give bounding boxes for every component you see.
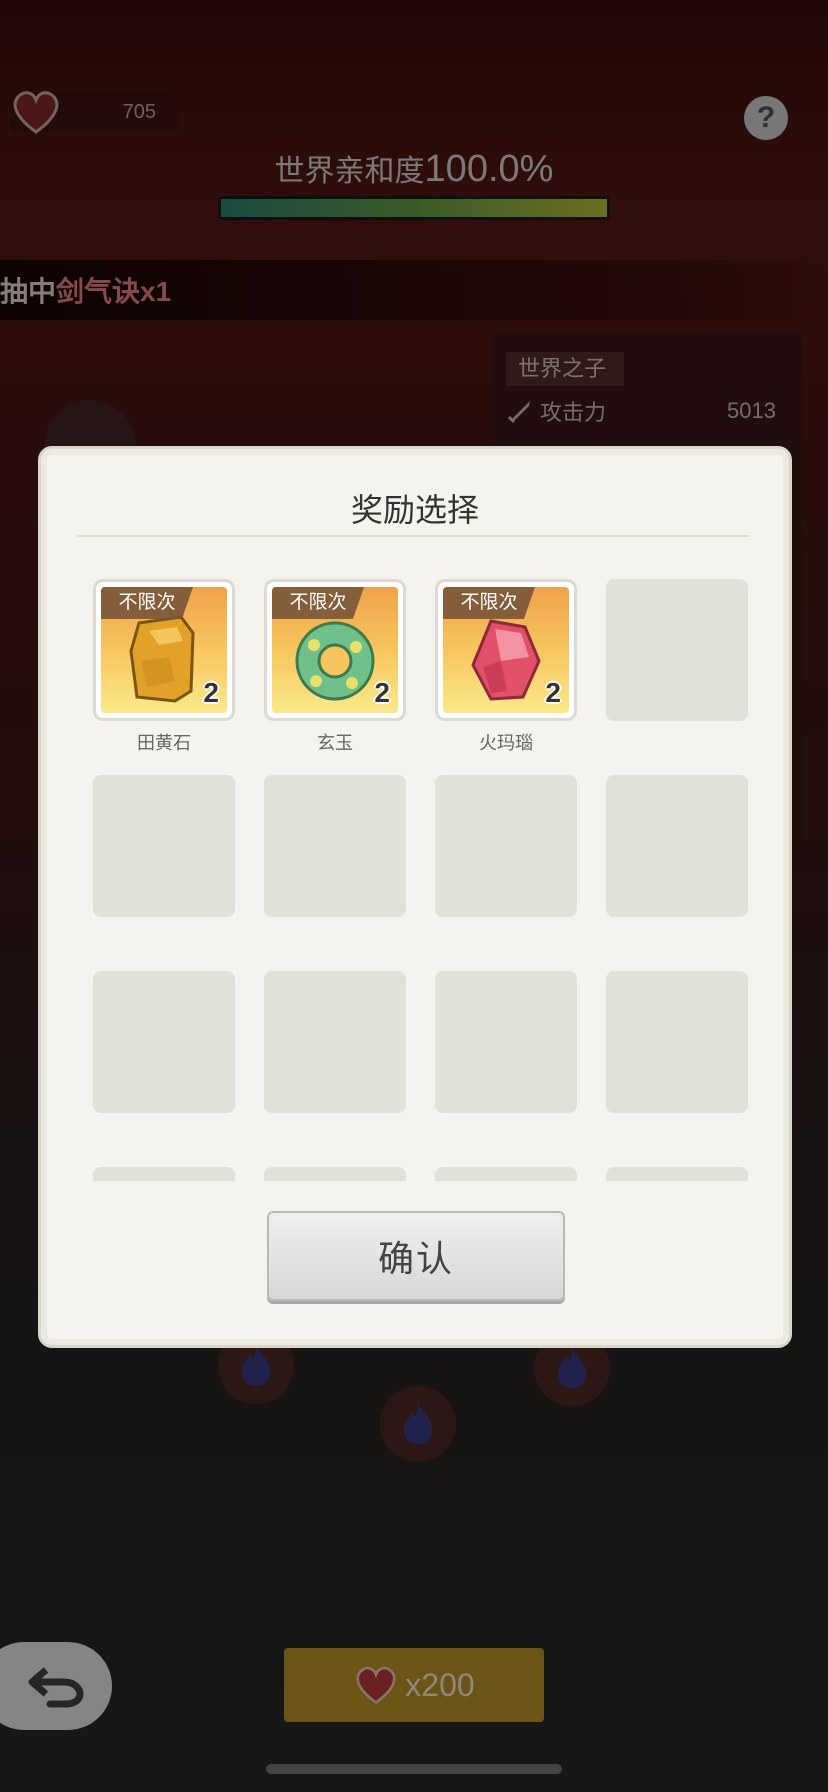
item-name: 田黄石 bbox=[137, 733, 191, 753]
empty-slot bbox=[606, 775, 748, 917]
item-frame: 不限次 2 bbox=[443, 587, 569, 713]
confirm-button[interactable]: 确认 bbox=[267, 1211, 565, 1301]
jade-ring-icon bbox=[295, 621, 375, 701]
empty-slot bbox=[606, 971, 748, 1113]
empty-slot bbox=[606, 1167, 748, 1181]
reward-item-red-agate[interactable]: 不限次 2 bbox=[435, 579, 577, 721]
reward-item-yellow-stone[interactable]: 不限次 2 bbox=[93, 579, 235, 721]
empty-slot bbox=[93, 971, 235, 1113]
unlimited-tag: 不限次 bbox=[272, 587, 364, 619]
empty-slot bbox=[435, 775, 577, 917]
empty-slot bbox=[606, 579, 748, 721]
item-quantity: 2 bbox=[374, 677, 390, 708]
red-agate-icon bbox=[471, 619, 541, 701]
empty-slot bbox=[435, 1167, 577, 1181]
dialog-title: 奖励选择 bbox=[350, 492, 479, 528]
item-name: 火玛瑙 bbox=[479, 733, 533, 753]
empty-slot bbox=[264, 971, 406, 1113]
item-quantity: 2 bbox=[545, 677, 561, 708]
item-name: 玄玉 bbox=[317, 733, 353, 753]
item-frame: 不限次 2 bbox=[272, 587, 398, 713]
empty-slot bbox=[435, 971, 577, 1113]
divider bbox=[77, 535, 749, 537]
empty-slot bbox=[93, 775, 235, 917]
unlimited-tag: 不限次 bbox=[101, 587, 193, 619]
item-frame: 不限次 2 bbox=[101, 587, 227, 713]
unlimited-tag: 不限次 bbox=[443, 587, 535, 619]
reward-item-jade-ring[interactable]: 不限次 2 bbox=[264, 579, 406, 721]
yellow-stone-icon bbox=[129, 615, 195, 703]
empty-slot bbox=[264, 775, 406, 917]
item-quantity: 2 bbox=[203, 677, 219, 708]
reward-selection-dialog: 奖励选择 不限次 2 田黄石 不限次 2 玄玉 不限次 2 火玛瑙 确认 bbox=[38, 446, 792, 1348]
reward-grid[interactable]: 不限次 2 田黄石 不限次 2 玄玉 不限次 2 火玛瑙 bbox=[41, 569, 789, 1181]
empty-slot bbox=[93, 1167, 235, 1181]
empty-slot bbox=[264, 1167, 406, 1181]
